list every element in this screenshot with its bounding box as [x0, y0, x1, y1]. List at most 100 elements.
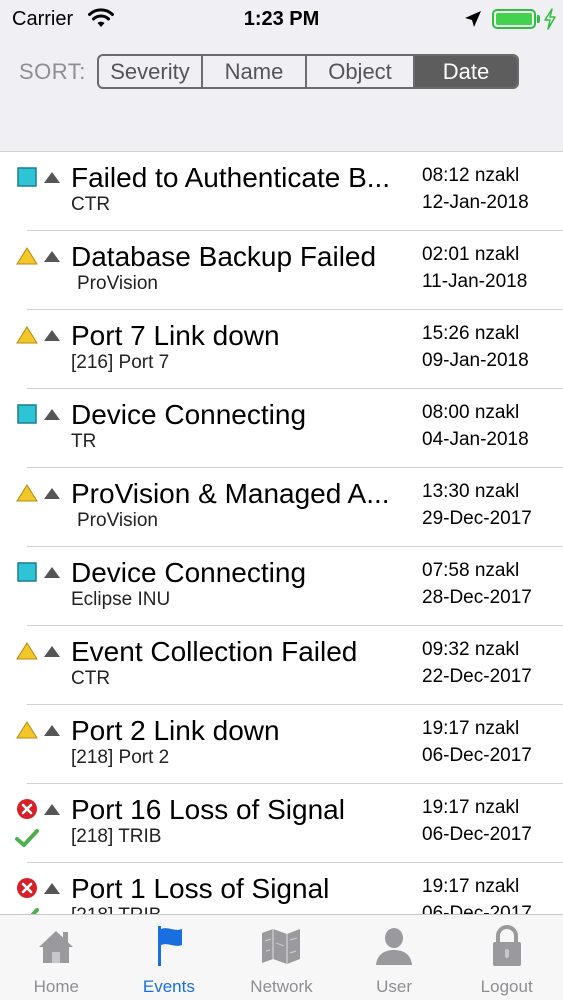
event-time: 07:58 nzakl: [422, 560, 520, 581]
tab-user-label: User: [376, 977, 413, 996]
event-time: 19:17 nzakl: [422, 876, 520, 897]
battery-icon: [492, 9, 536, 29]
tab-user[interactable]: User: [338, 915, 451, 1000]
event-object: [218] Port 2: [71, 747, 170, 768]
event-date: 29-Dec-2017: [422, 508, 532, 529]
event-time: 08:00 nzakl: [422, 402, 520, 423]
event-title: Port 16 Loss of Signal: [71, 794, 345, 825]
event-object: TR: [71, 431, 97, 452]
map-icon: [262, 929, 301, 964]
sort-name-segment[interactable]: Name: [203, 56, 307, 87]
warning-severity-icon: [16, 721, 38, 739]
acknowledge-arrow-icon[interactable]: [42, 326, 62, 344]
event-date: 28-Dec-2017: [422, 587, 532, 608]
status-bar: Carrier 1:23 PM: [0, 0, 563, 40]
event-time: 08:12 nzakl: [422, 165, 520, 186]
battery-tip: [537, 15, 540, 23]
event-object: CTR: [71, 668, 111, 689]
event-title: Port 2 Link down: [71, 715, 280, 746]
acknowledge-arrow-icon[interactable]: [42, 405, 62, 423]
acknowledge-arrow-icon[interactable]: [42, 879, 62, 897]
acknowledge-arrow-icon[interactable]: [42, 800, 62, 818]
sort-label: SORT:: [19, 59, 86, 84]
event-time: 19:17 nzakl: [422, 718, 520, 739]
event-title: Device Connecting: [71, 399, 307, 430]
acknowledge-arrow-icon[interactable]: [42, 168, 62, 186]
event-row[interactable]: Failed to Authenticate B... CTR 08:12 nzak…: [0, 152, 563, 231]
acknowledge-arrow-icon[interactable]: [42, 642, 62, 660]
event-row[interactable]: Event Collection Failed CTR 09:32 nzakl 22-…: [0, 626, 563, 705]
sort-header: SORT: Severity Name Object Date: [0, 40, 563, 152]
warning-severity-icon: [16, 484, 38, 502]
warning-severity-icon: [16, 247, 38, 265]
sort-severity-segment[interactable]: Severity: [99, 56, 203, 87]
event-title: Port 7 Link down: [71, 320, 280, 351]
location-arrow-icon: [465, 11, 481, 27]
event-title: ProVision & Managed A...: [71, 478, 390, 509]
event-row[interactable]: Port 1 Loss of Signal[218] TRIB 19:17 nza…: [0, 863, 563, 914]
charging-bolt-icon: [544, 8, 556, 30]
event-title: Port 1 Loss of Signal: [71, 873, 330, 904]
tab-home-label: Home: [33, 977, 79, 996]
event-date: 11-Jan-2018: [422, 271, 528, 292]
critical-severity-icon: [17, 878, 37, 898]
info-severity-icon: [17, 562, 37, 582]
event-object: [216] Port 7: [71, 352, 170, 373]
lock-icon: [492, 925, 521, 966]
critical-severity-icon: [17, 799, 37, 819]
acknowledge-arrow-icon[interactable]: [42, 721, 62, 739]
flag-icon: [157, 926, 182, 966]
event-row[interactable]: Device Connecting TR 08:00 nzakl 04-Jan-201…: [0, 389, 563, 468]
acknowledged-check-icon: [15, 829, 39, 847]
event-row[interactable]: Port 2 Link down [218] Port 2 19:17 nzakl 0…: [0, 705, 563, 784]
event-time: 15:26 nzakl: [422, 323, 520, 344]
event-object: ProVision: [77, 273, 158, 294]
event-object: [218] TRIB: [71, 905, 161, 914]
event-time: 09:32 nzakl: [422, 639, 520, 660]
event-row[interactable]: Port 7 Link down [216] Port 7 15:26 nzakl 0…: [0, 310, 563, 389]
event-date: 06-Dec-2017: [422, 824, 532, 845]
sort-date-segment[interactable]: Date: [415, 56, 517, 87]
tab-network[interactable]: Network: [225, 915, 338, 1000]
tab-events[interactable]: Events: [113, 915, 226, 1000]
event-object: [218] TRIB: [71, 826, 162, 847]
user-icon: [376, 928, 413, 965]
sort-segmented-control: Severity Name Object Date: [97, 54, 519, 89]
event-date: 06-Dec-2017: [422, 903, 532, 914]
event-object: ProVision: [77, 510, 158, 531]
event-date: 09-Jan-2018: [422, 350, 529, 371]
tab-events-label: Events: [142, 977, 195, 996]
event-list[interactable]: Failed to Authenticate B... CTR 08:12 nzak…: [0, 152, 563, 914]
acknowledged-check-icon: [30, 908, 39, 914]
event-row[interactable]: Port 16 Loss of Signal [218] TRIB 19:17 nz…: [0, 784, 563, 863]
tab-logout-label: Logout: [480, 977, 533, 996]
info-severity-icon: [17, 404, 37, 424]
event-title: Event Collection Failed: [71, 636, 358, 667]
event-row[interactable]: Device Connecting Eclipse INU 07:58 nzakl 2…: [0, 547, 563, 626]
tab-logout[interactable]: Logout: [450, 915, 563, 1000]
home-icon: [39, 931, 74, 963]
tab-home[interactable]: Home: [0, 915, 113, 1000]
event-title: Device Connecting: [71, 557, 307, 588]
event-date: 06-Dec-2017: [422, 745, 532, 766]
acknowledge-arrow-icon[interactable]: [42, 247, 62, 265]
acknowledge-arrow-icon[interactable]: [42, 563, 62, 581]
event-time: 19:17 nzakl: [422, 797, 520, 818]
info-severity-icon: [17, 167, 37, 187]
tab-bar: Home Events Network User Logout: [0, 914, 563, 1000]
event-object: CTR: [71, 194, 111, 215]
event-row[interactable]: Database Backup Failed ProVision 02:01 nza…: [0, 231, 563, 310]
warning-severity-icon: [16, 326, 38, 344]
warning-severity-icon: [16, 642, 38, 660]
event-date: 04-Jan-2018: [422, 429, 529, 450]
acknowledge-arrow-icon[interactable]: [42, 484, 62, 502]
event-object: Eclipse INU: [71, 589, 171, 610]
event-title: Database Backup Failed: [71, 241, 377, 272]
event-time: 02:01 nzakl: [422, 244, 520, 265]
event-date: 22-Dec-2017: [422, 666, 532, 687]
event-title: Failed to Authenticate B...: [71, 162, 391, 193]
tab-network-label: Network: [250, 977, 313, 996]
sort-object-segment[interactable]: Object: [307, 56, 415, 87]
event-time: 13:30 nzakl: [422, 481, 520, 502]
event-row[interactable]: ProVision & Managed A... ProVision 13:30 n…: [0, 468, 563, 547]
